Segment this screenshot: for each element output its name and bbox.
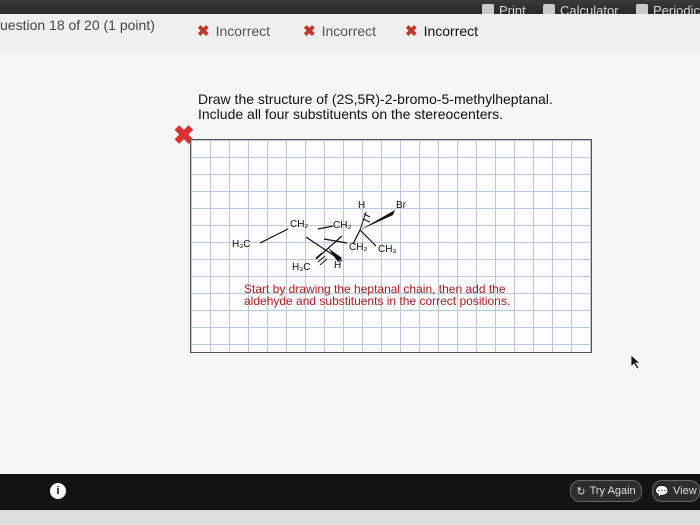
br-label: Br bbox=[396, 200, 406, 211]
view-button[interactable]: 💬 View bbox=[652, 480, 700, 502]
try-again-button[interactable]: ↻ Try Again bbox=[570, 480, 642, 502]
mouse-cursor-icon bbox=[630, 354, 642, 370]
h-top-label: H bbox=[358, 200, 366, 211]
try-again-label: Try Again bbox=[589, 485, 636, 497]
h3c-left-label: H₃C bbox=[232, 239, 251, 250]
ch2-b-label: CH₂ bbox=[333, 220, 352, 231]
screen-edge bbox=[0, 510, 700, 525]
speech-bubble-icon: 💬 bbox=[655, 485, 670, 498]
h3c-bottom-label: H₃C bbox=[292, 262, 311, 273]
hint-message: Start by drawing the heptanal chain, the… bbox=[244, 283, 574, 307]
ch2-a-label: CH₂ bbox=[290, 219, 309, 230]
view-label: View bbox=[673, 485, 697, 497]
ch2-c-label: CH₂ bbox=[349, 242, 368, 253]
h-bottom-label: H bbox=[334, 260, 342, 271]
molecule-bonds[interactable] bbox=[0, 0, 700, 525]
refresh-icon: ↻ bbox=[576, 485, 586, 498]
ch3-right-label: CH₃ bbox=[378, 244, 397, 255]
info-button[interactable]: i bbox=[50, 483, 66, 499]
hint-line-2: aldehyde and substituents in the correct… bbox=[244, 294, 511, 308]
